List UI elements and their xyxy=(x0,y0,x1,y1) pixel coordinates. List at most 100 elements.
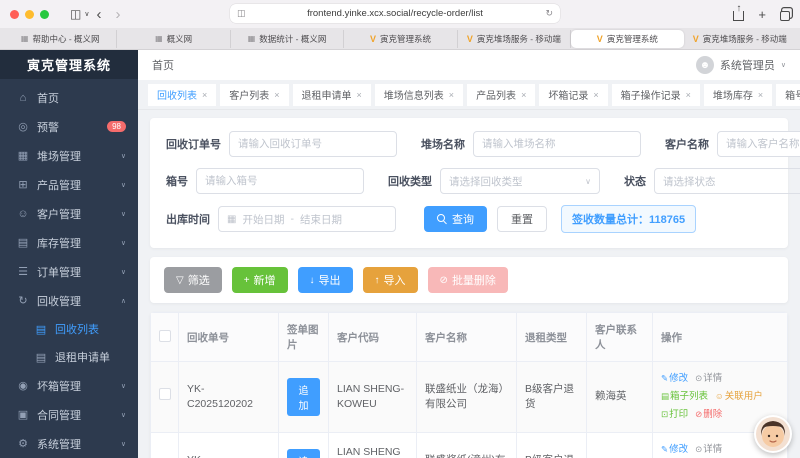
filter-button[interactable]: ▽ 筛选 xyxy=(164,267,222,293)
address-bar[interactable]: ◫ frontend.yinke.xcx.social/recycle-orde… xyxy=(230,4,560,23)
close-icon[interactable]: × xyxy=(593,90,598,100)
import-button[interactable]: ↑ 导入 xyxy=(362,267,418,293)
tab-broken-record[interactable]: 坏箱记录 × xyxy=(539,83,608,106)
export-button-label: 导出 xyxy=(318,275,341,287)
close-icon[interactable]: × xyxy=(202,90,207,100)
yard-name-input[interactable] xyxy=(473,131,641,157)
detail-link[interactable]: ⊙详情 xyxy=(695,441,722,458)
reload-icon[interactable]: ↻ xyxy=(545,8,553,19)
customer-name-input[interactable] xyxy=(717,131,800,157)
browser-tab[interactable]: ▦ 概义网 xyxy=(117,29,231,48)
tab-return-request[interactable]: 退租申请单 × xyxy=(292,83,371,106)
recycle-type-select[interactable]: 请选择回收类型 ∨ xyxy=(440,168,600,194)
share-icon[interactable] xyxy=(733,11,745,21)
batch-delete-button[interactable]: ⊘ 批量删除 xyxy=(427,267,508,293)
filter-icon: ▽ xyxy=(176,274,184,286)
field-label: 出库时间 xyxy=(166,214,210,226)
zoom-window-button[interactable] xyxy=(40,9,49,19)
sidebar-item-customer[interactable]: ☺ 客户管理 ∨ xyxy=(0,199,138,228)
chevron-down-icon: ∨ xyxy=(120,440,126,448)
assistant-avatar[interactable] xyxy=(754,415,792,453)
tab-yard-info[interactable]: 堆场信息列表 × xyxy=(374,83,464,106)
browser-tab[interactable]: V 寅克堆场服务 - 移动端 xyxy=(684,30,796,48)
sidebar-item-system[interactable]: ⚙ 系统管理 ∨ xyxy=(0,429,138,458)
close-icon[interactable]: × xyxy=(521,90,526,100)
tab-product-list[interactable]: 产品列表 × xyxy=(467,83,536,106)
sidebar-item-broken-box[interactable]: ◉ 坏箱管理 ∨ xyxy=(0,371,138,400)
reset-button[interactable]: 重置 xyxy=(497,206,547,232)
app-sidebar: 寅克管理系统 ⌂ 首页 ◎ 预警 98 ▦ 堆场管理 ∨ ⊞ 产品管理 ∨ ☺ … xyxy=(0,50,138,458)
box-no-input[interactable] xyxy=(196,168,364,194)
table-row: YK-C2025120201 追加 LIAN SHENG JIANGAZHI-Z… xyxy=(150,432,788,458)
sidebar-item-yard[interactable]: ▦ 堆场管理 ∨ xyxy=(0,141,138,170)
sidebar-item-product[interactable]: ⊞ 产品管理 ∨ xyxy=(0,170,138,199)
chevron-down-icon: ∨ xyxy=(120,152,126,160)
close-icon[interactable]: × xyxy=(449,90,454,100)
customer-name-cell: 联盛浆纸(漳州)有限公司 xyxy=(416,432,517,458)
tab-box-number[interactable]: 箱号管理× xyxy=(776,83,800,106)
table-toolbar: ▽ 筛选 + 新增 ↓ 导出 ↑ 导入 ⊘ 批量删除 xyxy=(150,257,788,303)
yinke-favicon: V xyxy=(466,33,473,44)
user-menu[interactable]: ☻ 系统管理员 ∨ xyxy=(695,56,786,74)
box-list-link[interactable]: ▤箱子列表 xyxy=(661,388,708,406)
eye-icon: ⊙ xyxy=(695,373,703,383)
recycle-order-no-input[interactable] xyxy=(229,131,397,157)
close-icon[interactable]: × xyxy=(274,90,279,100)
sidebar-item-contract[interactable]: ▣ 合同管理 ∨ xyxy=(0,400,138,429)
sidebar-item-recycle-list[interactable]: ▤ 回收列表 xyxy=(0,315,138,343)
tab-customer-list[interactable]: 客户列表 × xyxy=(220,83,289,106)
append-image-button[interactable]: 追加 xyxy=(287,449,320,458)
tab-box-operation[interactable]: 箱子操作记录 × xyxy=(611,83,700,106)
tab-overview-icon[interactable] xyxy=(780,10,790,21)
new-tab-icon[interactable]: + xyxy=(758,7,766,22)
close-icon[interactable]: × xyxy=(758,90,763,100)
browser-tab[interactable]: V 寅克管理系统 xyxy=(344,29,458,48)
browser-tab-active[interactable]: V 寅克管理系统 xyxy=(571,29,684,48)
export-button[interactable]: ↓ 导出 xyxy=(297,267,353,293)
recycle-table: 回收单号 签单图片 客户代码 客户名称 退租类型 客户联系人 操作 YK-C20… xyxy=(150,312,788,458)
browser-tab[interactable]: V 寅克堆场服务 - 移动端 xyxy=(458,29,572,48)
link-user-link[interactable]: ☺关联用户 xyxy=(715,388,763,406)
close-icon[interactable]: × xyxy=(686,90,691,100)
print-link[interactable]: ⊡打印 xyxy=(661,406,688,424)
trash-icon: ⊘ xyxy=(439,274,448,286)
tab-label: 坏箱记录 xyxy=(548,91,589,102)
sidebar-toggle-icon[interactable]: ◫ xyxy=(70,8,81,20)
tab-yard-stock[interactable]: 堆场库存 × xyxy=(703,83,773,106)
detail-link[interactable]: ⊙详情 xyxy=(695,370,722,388)
page-settings-icon[interactable]: ◫ xyxy=(237,8,246,19)
sidebar-item-label: 预警 xyxy=(37,121,59,134)
status-select[interactable]: 请选择状态 ∨ xyxy=(654,168,800,194)
tab-label: 产品列表 xyxy=(476,91,517,102)
forward-icon[interactable]: › xyxy=(115,7,120,22)
minimize-window-button[interactable] xyxy=(25,9,34,19)
edit-link[interactable]: ✎修改 xyxy=(661,370,688,388)
tab-recycle-list[interactable]: 回收列表 × xyxy=(148,83,217,106)
sidebar-item-order[interactable]: ☰ 订单管理 ∨ xyxy=(0,257,138,286)
add-button[interactable]: + 新增 xyxy=(231,267,288,293)
query-button[interactable]: 查询 xyxy=(424,206,487,232)
browser-tab-label: 寅克管理系统 xyxy=(379,33,431,44)
field-label: 客户名称 xyxy=(665,139,709,151)
browser-tab-strip: ▦ 帮助中心 - 概义网 ▦ 概义网 ▦ 数据统计 - 概义网 V 寅克管理系统… xyxy=(0,28,800,50)
select-all-checkbox[interactable] xyxy=(159,329,171,342)
back-icon[interactable]: ‹ xyxy=(96,7,101,22)
browser-tab[interactable]: ▦ 数据统计 - 概义网 xyxy=(231,29,345,48)
customer-code-cell: LIAN SHENG JIANGAZHI-ZHANG ZHOU xyxy=(328,432,417,458)
edit-link[interactable]: ✎修改 xyxy=(661,441,688,458)
sidebar-item-alerts[interactable]: ◎ 预警 98 xyxy=(0,112,138,141)
out-time-range-picker[interactable]: ▦ 开始日期 - 结束日期 xyxy=(218,206,396,232)
sidebar-item-inventory[interactable]: ▤ 库存管理 ∨ xyxy=(0,228,138,257)
sidebar-item-return-request[interactable]: ▤ 退租申请单 xyxy=(0,343,138,371)
close-icon[interactable]: × xyxy=(357,90,362,100)
browser-tab[interactable]: ▦ 帮助中心 - 概义网 xyxy=(4,29,118,48)
delete-link[interactable]: ⊘删除 xyxy=(695,406,722,424)
inventory-icon: ▤ xyxy=(17,237,29,249)
sidebar-caret-icon[interactable]: ∨ xyxy=(84,10,89,18)
row-checkbox[interactable] xyxy=(159,388,171,401)
close-window-button[interactable] xyxy=(10,9,19,19)
sidebar-item-recycle[interactable]: ↻ 回收管理 ∧ xyxy=(0,286,138,315)
tab-label: 退租申请单 xyxy=(301,91,352,102)
append-image-button[interactable]: 追加 xyxy=(287,378,320,417)
sidebar-item-home[interactable]: ⌂ 首页 xyxy=(0,83,138,112)
